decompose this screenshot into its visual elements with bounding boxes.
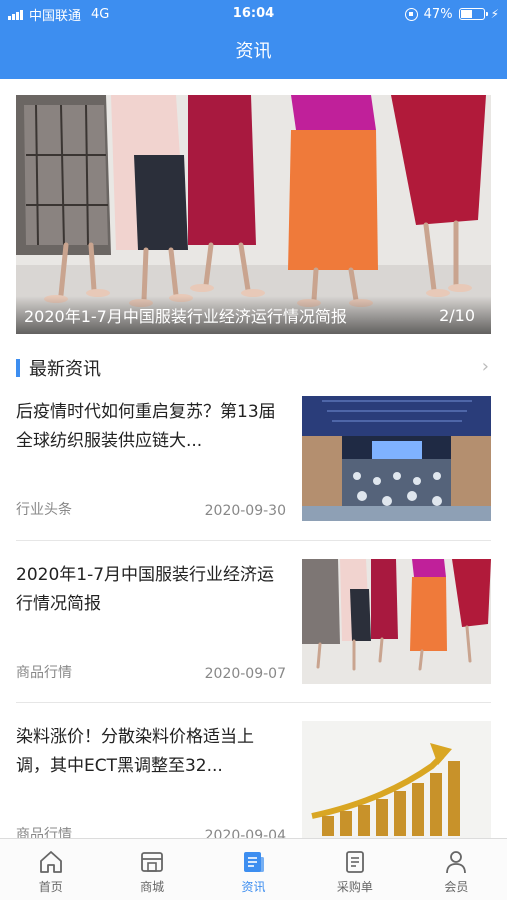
news-date: 2020-09-07 (204, 666, 286, 682)
rotation-lock-icon (404, 7, 418, 21)
bottom-tab-bar: 首页 商城 资讯 采购单 会员 (0, 838, 507, 900)
carrier-label: 中国联通 (29, 8, 82, 24)
home-icon (39, 851, 62, 873)
chevron-right-icon[interactable]: › (482, 356, 489, 377)
divider (16, 540, 491, 541)
news-title: 2020年1-7月中国服装行业经济运行情况简报 (16, 565, 275, 614)
banner-caption: 2020年1-7月中国服装行业经济运行情况简报 2/10 (16, 296, 491, 334)
signal-icon (8, 9, 23, 20)
news-date: 2020-09-30 (204, 503, 286, 519)
network-label: 4G (91, 6, 110, 22)
order-list-icon (346, 851, 364, 873)
news-title: 染料涨价！分散染料价格适当上调，其中ECT黑调整至32... (16, 727, 254, 776)
news-thumbnail (302, 396, 491, 521)
tab-label: 商城 (140, 880, 165, 894)
banner-counter: 2/10 (439, 305, 475, 325)
user-icon (446, 851, 467, 874)
news-category: 行业头条 (16, 502, 72, 518)
tab-shop[interactable]: 商城 (101, 839, 202, 900)
divider (16, 702, 491, 703)
top-header: 中国联通 4G 47% ⚡ 16:04 资讯 (0, 0, 507, 79)
battery-icon (458, 8, 488, 20)
section-title: 最新资讯 (29, 359, 101, 380)
tab-member[interactable]: 会员 (406, 839, 507, 900)
section-header[interactable]: 最新资讯 › (16, 356, 491, 380)
news-icon (243, 852, 264, 872)
battery-percent: 47% (423, 6, 453, 22)
tab-label: 采购单 (336, 880, 373, 894)
news-thumbnail (302, 559, 491, 684)
banner-carousel[interactable]: 2020年1-7月中国服装行业经济运行情况简报 2/10 (16, 95, 491, 334)
news-item[interactable]: 后疫情时代如何重启复苏？第13届全球纺织服装供应链大... 行业头条 2020-… (16, 396, 491, 521)
tab-label: 资讯 (241, 880, 266, 894)
shop-icon (141, 852, 164, 872)
tab-label: 首页 (38, 880, 63, 894)
section-accent-bar (16, 359, 20, 377)
charging-icon: ⚡ (490, 7, 499, 21)
news-item[interactable]: 染料涨价！分散染料价格适当上调，其中ECT黑调整至32... 商品行情 2020… (16, 721, 491, 846)
tab-home[interactable]: 首页 (0, 839, 101, 900)
banner-title: 2020年1-7月中国服装行业经济运行情况简报 (24, 307, 347, 326)
news-title: 后疫情时代如何重启复苏？第13届全球纺织服装供应链大... (16, 402, 276, 451)
status-bar: 中国联通 4G 47% ⚡ (0, 0, 507, 28)
tab-news[interactable]: 资讯 (203, 839, 304, 900)
news-item[interactable]: 2020年1-7月中国服装行业经济运行情况简报 商品行情 2020-09-07 (16, 559, 491, 684)
tab-label: 会员 (444, 880, 469, 894)
app-screen: 中国联通 4G 47% ⚡ 16:04 资讯 2020年1-7月中国服装行业经济… (0, 0, 507, 900)
news-category: 商品行情 (16, 665, 72, 681)
news-thumbnail (302, 721, 491, 846)
page-title: 资讯 (235, 41, 272, 62)
tab-purchase-order[interactable]: 采购单 (304, 839, 405, 900)
